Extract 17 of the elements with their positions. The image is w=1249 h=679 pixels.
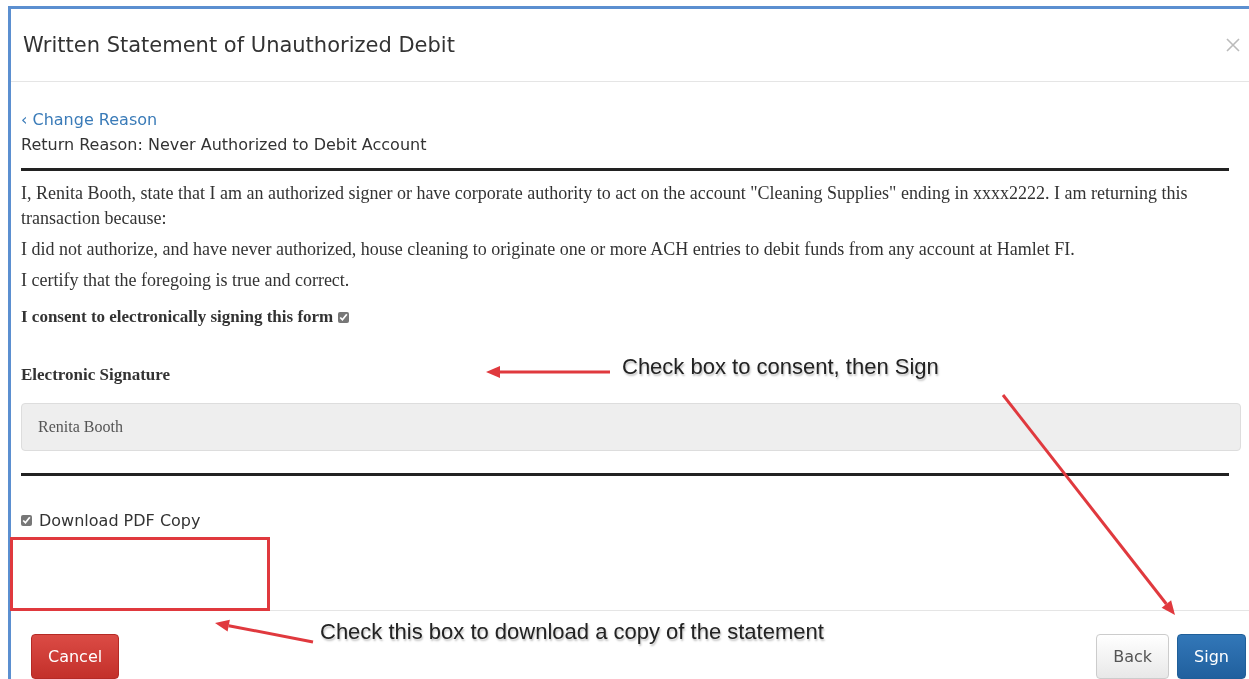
return-reason: Return Reason: Never Authorized to Debit Account xyxy=(21,135,428,154)
statement-paragraph: I, Renita Booth, state that I am an authorized signer or have corporate authority to act on the account "Cleaning Supplies" ending in xxxx2222. I am returning this transaction because: xyxy=(21,182,1189,230)
sign-button[interactable]: Sign xyxy=(1177,634,1246,679)
consent-label: I consent to electronically signing this form xyxy=(21,307,334,327)
callout-text: Check box to consent, then Sign xyxy=(622,354,939,380)
change-reason-link[interactable]: ‹ Change Reason xyxy=(21,110,158,129)
signature-field[interactable]: Renita Booth xyxy=(21,403,1241,451)
dialog-title: Written Statement of Unauthorized Debit xyxy=(23,33,455,57)
statement-paragraph: I did not authorize, and have never authorized, house cleaning to originate one or more ACH entries to debit funds from any account at Hamlet FI. xyxy=(21,238,1076,261)
cancel-button[interactable]: Cancel xyxy=(31,634,120,679)
download-label: Download PDF Copy xyxy=(39,510,201,530)
statement-paragraph: I certify that the foregoing is true and correct. xyxy=(21,269,351,292)
consent-checkbox[interactable] xyxy=(338,311,350,323)
callout-text: Check this box to download a copy of the statement xyxy=(320,619,824,645)
signature-label: Electronic Signature xyxy=(21,365,171,385)
back-button[interactable]: Back xyxy=(1096,634,1170,679)
download-checkbox[interactable] xyxy=(21,514,32,526)
